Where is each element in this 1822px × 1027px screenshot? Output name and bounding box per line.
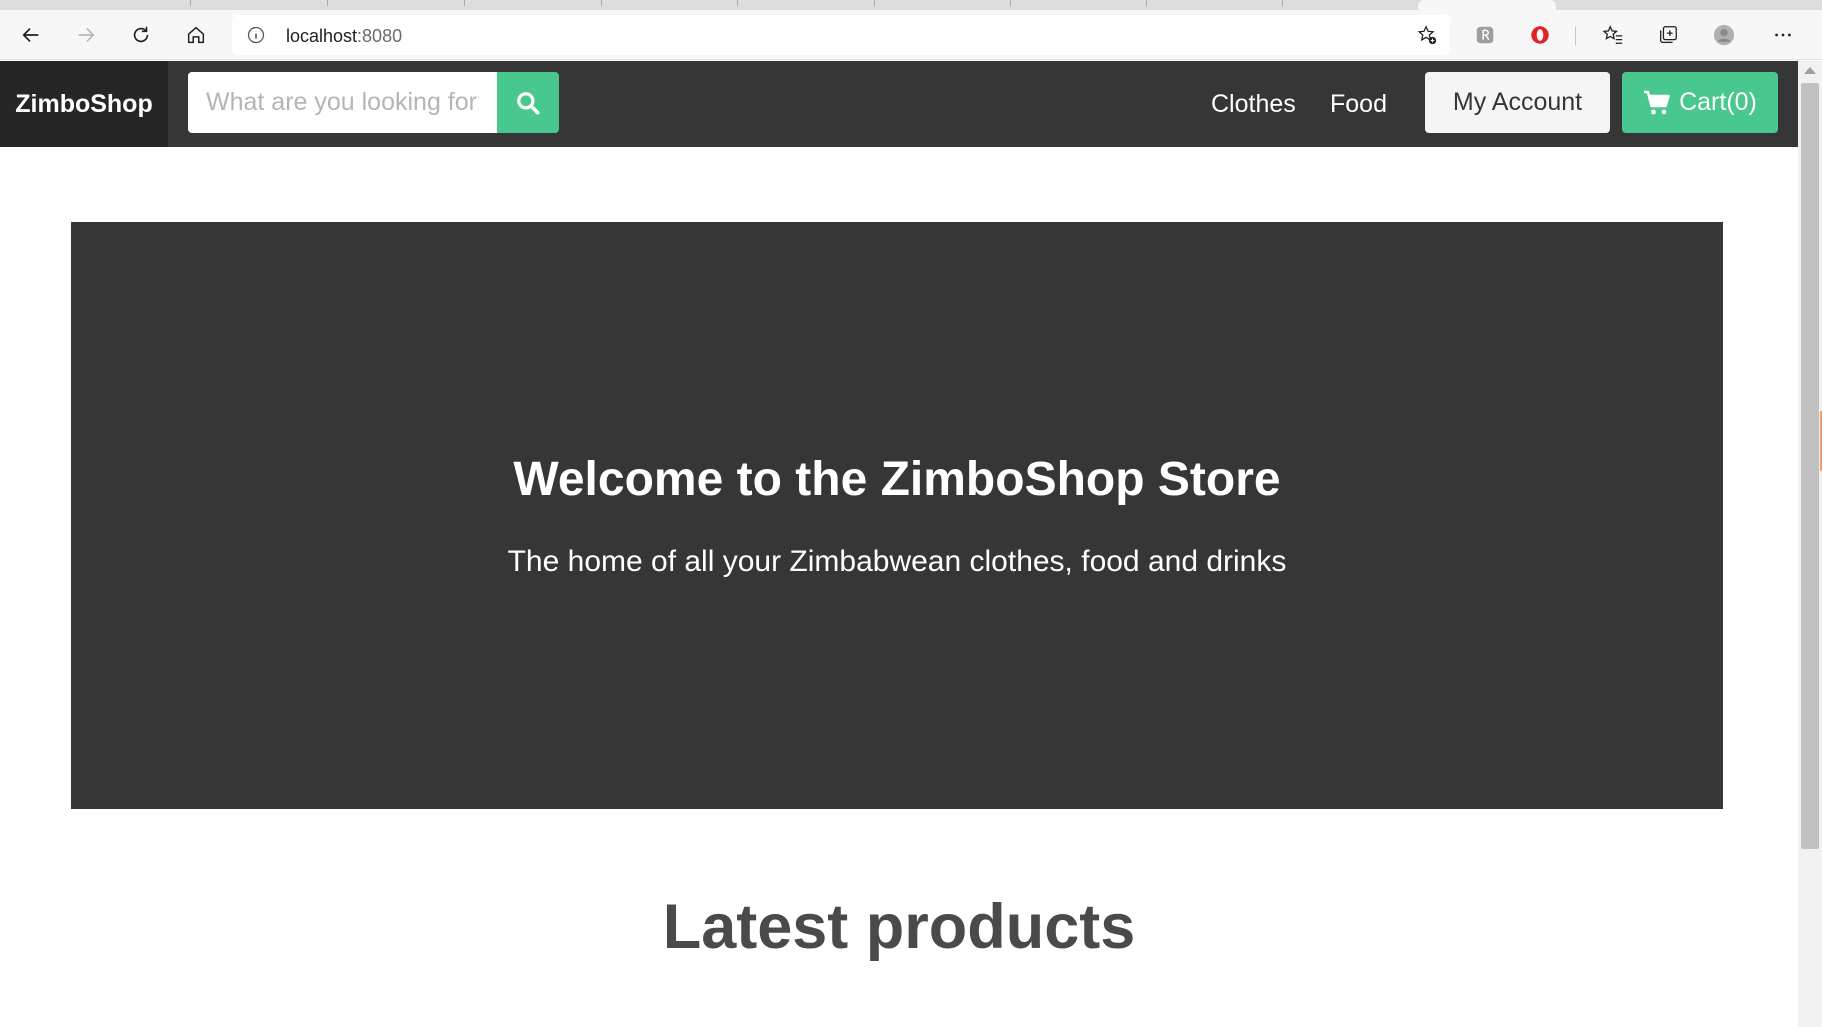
tab-separator [874, 0, 875, 6]
tab-separator [190, 0, 191, 6]
reload-button[interactable] [122, 16, 160, 54]
profile-button[interactable] [1705, 16, 1743, 54]
more-menu-button[interactable] [1764, 16, 1802, 54]
forward-button[interactable] [67, 16, 105, 54]
tab-separator [601, 0, 602, 6]
back-button[interactable] [12, 16, 50, 54]
hero-banner: Welcome to the ZimboShop Store The home … [71, 222, 1723, 809]
search-button[interactable] [497, 72, 559, 133]
nav-link-clothes[interactable]: Clothes [1211, 61, 1296, 147]
site-navbar: ZimboShop Clothes Food My Account Cart(0… [0, 61, 1798, 147]
tab-separator [464, 0, 465, 6]
favorites-button[interactable] [1594, 16, 1632, 54]
opera-extension-button[interactable] [1521, 16, 1559, 54]
browser-tabstrip [0, 0, 1822, 10]
scroll-up-arrow[interactable] [1804, 67, 1816, 74]
tab-separator [737, 0, 738, 6]
reload-icon [133, 26, 149, 43]
address-url[interactable]: localhost:8080 [286, 26, 402, 47]
tab-separator [1282, 0, 1283, 6]
more-menu-icon [1775, 33, 1791, 37]
tab-separator [1146, 0, 1147, 6]
collections-icon [1660, 26, 1677, 43]
tab-separator [1010, 0, 1011, 6]
tab-separator [327, 0, 328, 6]
search-icon [517, 91, 540, 115]
nav-link-food[interactable]: Food [1330, 61, 1387, 147]
search-form [188, 72, 559, 133]
active-browser-tab[interactable] [1418, 0, 1556, 10]
browser-toolbar: localhost:8080 [0, 10, 1822, 60]
url-port: :8080 [357, 26, 403, 46]
address-bar[interactable]: localhost:8080 [232, 15, 1450, 55]
cart-label: Cart(0) [1679, 88, 1757, 116]
page-viewport: ZimboShop Clothes Food My Account Cart(0… [0, 61, 1798, 1027]
info-icon[interactable] [246, 25, 266, 45]
extension-icon [1476, 26, 1494, 44]
shopping-cart-icon [1644, 90, 1670, 114]
home-button[interactable] [177, 16, 215, 54]
collections-button[interactable] [1649, 16, 1687, 54]
back-arrow-icon [22, 27, 39, 43]
hero-title: Welcome to the ZimboShop Store [513, 453, 1281, 506]
favorites-icon [1602, 25, 1623, 44]
extension-button[interactable] [1466, 16, 1504, 54]
favorite-add-icon[interactable] [1416, 24, 1438, 46]
scrollbar-thumb[interactable] [1801, 83, 1819, 849]
home-icon [187, 26, 205, 44]
search-input[interactable] [188, 72, 497, 133]
brand-logo[interactable]: ZimboShop [0, 61, 168, 147]
latest-products-heading: Latest products [662, 892, 1136, 962]
opera-icon [1531, 26, 1549, 44]
forward-arrow-icon [78, 27, 95, 43]
hero-subtitle: The home of all your Zimbabwean clothes,… [507, 545, 1287, 578]
profile-icon [1713, 24, 1735, 46]
url-host: localhost [286, 26, 358, 46]
toolbar-divider [1575, 26, 1576, 46]
my-account-button[interactable]: My Account [1425, 72, 1610, 133]
cart-button[interactable]: Cart(0) [1622, 72, 1778, 133]
page-scrollbar[interactable] [1798, 61, 1822, 1027]
